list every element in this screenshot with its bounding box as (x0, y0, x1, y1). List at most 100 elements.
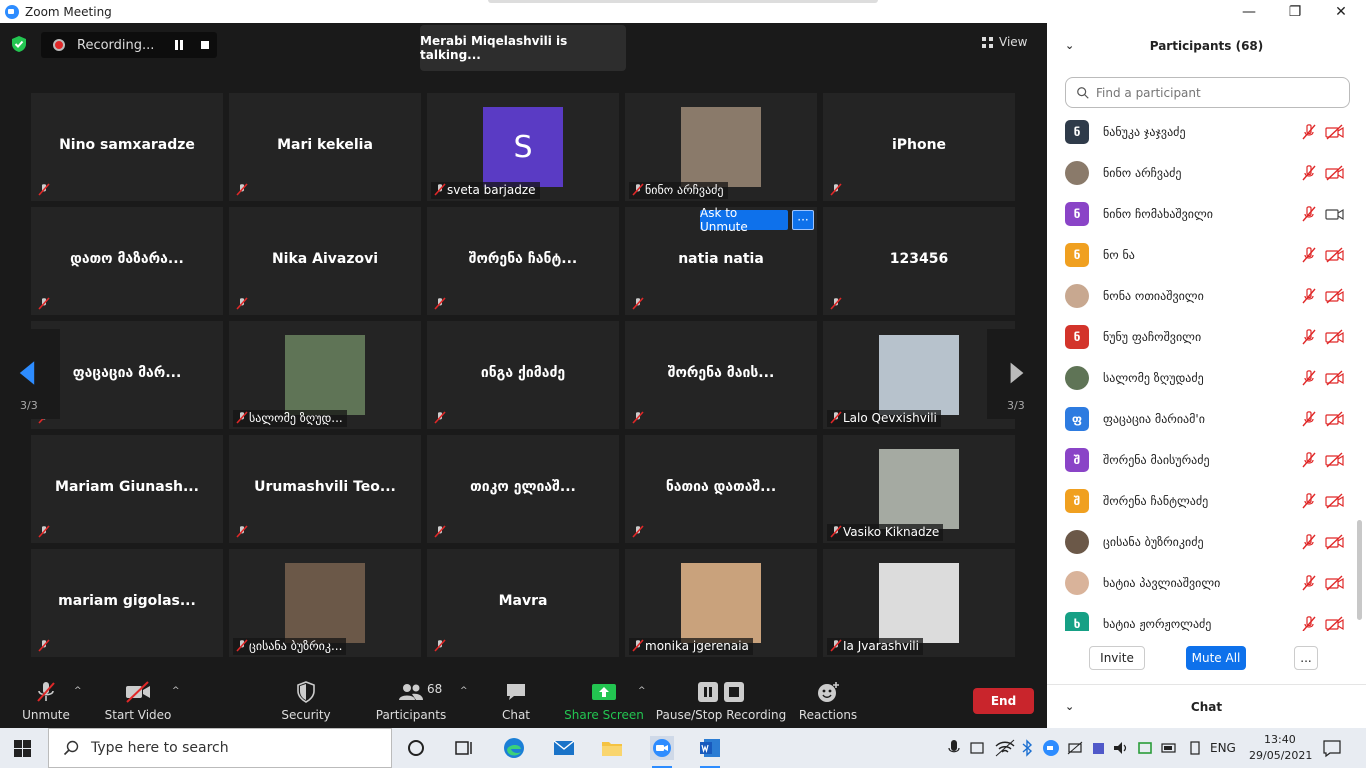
view-button[interactable]: View (982, 31, 1027, 53)
cortana-icon[interactable] (404, 736, 428, 760)
mic-muted-icon[interactable] (1301, 287, 1317, 304)
video-tile[interactable]: Vasiko Kiknadze (823, 435, 1015, 543)
tray-network-icon[interactable] (1066, 736, 1084, 760)
ask-to-unmute-button[interactable]: Ask to Unmute (700, 206, 788, 234)
participant-row[interactable]: ნინო არჩვაძე (1047, 152, 1355, 193)
tray-location-icon[interactable] (968, 736, 986, 760)
participant-row[interactable]: ფ ფაცაცია მარიამ'ი (1047, 398, 1355, 439)
participant-row[interactable]: ნ ნინო ჩომახაშვილი (1047, 193, 1355, 234)
video-off-icon[interactable] (1325, 574, 1345, 591)
collapse-chevron-icon[interactable]: ⌄ (1065, 39, 1074, 52)
video-tile[interactable]: monika jgerenaia (625, 549, 817, 657)
tile-more-button[interactable]: ··· (792, 210, 814, 230)
participant-row[interactable]: სალომე ზღუდაძე (1047, 357, 1355, 398)
share-screen-button[interactable]: Share Screen (564, 668, 644, 728)
video-tile[interactable]: ნინო არჩვაძე (625, 93, 817, 201)
participants-list[interactable]: ნ ნანუკა ჯაჯვაძე ნინო არჩვაძე ნ ნინო ჩომახაშ… (1047, 111, 1366, 631)
start-video-button[interactable]: Start Video (105, 668, 171, 728)
mic-muted-icon[interactable] (1301, 123, 1317, 140)
participant-row[interactable]: შ შორენა მაისურაძე (1047, 439, 1355, 480)
unmute-button[interactable]: Unmute (20, 668, 72, 728)
video-tile[interactable]: Ia Jvarashvili (823, 549, 1015, 657)
notifications-icon[interactable] (1322, 736, 1342, 760)
participant-row[interactable]: ცისანა ბუზრიკიძე (1047, 521, 1355, 562)
participant-row[interactable]: ხატია პავლიაშვილი (1047, 562, 1355, 603)
video-tile[interactable]: Mariam Giunash... (31, 435, 223, 543)
tray-volume-icon[interactable] (1112, 736, 1130, 760)
video-off-icon[interactable] (1325, 451, 1345, 468)
video-tile[interactable]: Urumashvili Teo... (229, 435, 421, 543)
video-off-icon[interactable] (1325, 533, 1345, 550)
video-tile[interactable]: ინგა ქიმაძე (427, 321, 619, 429)
video-tile[interactable]: Nino samxaradze (31, 93, 223, 201)
tray-language[interactable]: ENG (1210, 741, 1236, 755)
maximize-button[interactable]: ❐ (1272, 0, 1318, 23)
participant-row[interactable]: ნონა ოთიაშვილი (1047, 275, 1355, 316)
tray-bluetooth-icon[interactable] (1020, 736, 1034, 760)
chat-collapse-chevron-icon[interactable]: ⌄ (1065, 700, 1074, 713)
mic-muted-icon[interactable] (1301, 410, 1317, 427)
tray-microphone-icon[interactable] (946, 736, 962, 760)
audio-options-caret[interactable]: ^ (74, 686, 82, 696)
tray-teams-icon[interactable] (1090, 736, 1108, 760)
task-view-icon[interactable] (452, 736, 476, 760)
mic-muted-icon[interactable] (1301, 205, 1317, 222)
mic-muted-icon[interactable] (1301, 615, 1317, 632)
close-button[interactable]: ✕ (1318, 0, 1364, 23)
tray-battery-icon[interactable] (1160, 736, 1178, 760)
invite-button[interactable]: Invite (1089, 646, 1145, 670)
video-off-icon[interactable] (1325, 164, 1345, 181)
windows-start-icon[interactable] (14, 740, 31, 757)
video-tile[interactable]: თიკო ელიაშ... (427, 435, 619, 543)
mic-muted-icon[interactable] (1301, 574, 1317, 591)
mic-muted-icon[interactable] (1301, 369, 1317, 386)
word-icon[interactable] (698, 736, 722, 760)
security-button[interactable]: Security (280, 668, 332, 728)
pause-recording-icon[interactable] (174, 40, 184, 50)
chat-panel-header[interactable]: ⌄ Chat (1047, 684, 1366, 728)
video-tile[interactable]: Nika Aivazovi (229, 207, 421, 315)
video-tile[interactable]: შორენა მაის... (625, 321, 817, 429)
video-tile[interactable]: Mari kekelia (229, 93, 421, 201)
mic-muted-icon[interactable] (1301, 246, 1317, 263)
video-tile[interactable]: შორენა ჩანტ... (427, 207, 619, 315)
video-tile[interactable]: სალომე ზღუდ... (229, 321, 421, 429)
participants-button[interactable]: Participants (376, 668, 446, 728)
previous-page-button[interactable]: 3/3 (0, 329, 60, 419)
end-meeting-button[interactable]: End (973, 688, 1034, 714)
video-tile[interactable]: mariam gigolas... (31, 549, 223, 657)
participant-row[interactable]: შ შორენა ჩანტლაძე (1047, 480, 1355, 521)
mic-muted-icon[interactable] (1301, 533, 1317, 550)
zoom-taskbar-icon[interactable] (650, 736, 674, 760)
mic-muted-icon[interactable] (1301, 492, 1317, 509)
stop-recording-icon[interactable] (201, 41, 209, 49)
mic-muted-icon[interactable] (1301, 451, 1317, 468)
tray-wifi-icon[interactable] (994, 736, 1016, 760)
mail-icon[interactable] (552, 736, 576, 760)
video-on-icon[interactable] (1325, 206, 1345, 222)
chat-button[interactable]: Chat (496, 668, 536, 728)
edge-browser-icon[interactable] (502, 736, 526, 760)
mic-muted-icon[interactable] (1301, 328, 1317, 345)
share-options-caret[interactable]: ^ (638, 686, 646, 696)
tray-app-green-icon[interactable] (1136, 736, 1154, 760)
video-off-icon[interactable] (1325, 492, 1345, 509)
video-tile[interactable]: დათო მაზარა... (31, 207, 223, 315)
shield-check-icon[interactable] (11, 35, 27, 53)
participants-options-caret[interactable]: ^ (460, 686, 468, 696)
mute-all-button[interactable]: Mute All (1186, 646, 1246, 670)
participant-search-input[interactable] (1096, 85, 1336, 100)
video-off-icon[interactable] (1325, 328, 1345, 345)
video-tile[interactable]: Ssveta barjadze (427, 93, 619, 201)
participant-row[interactable]: ხ ხატია ჟორჟოლაძე (1047, 603, 1355, 631)
video-tile[interactable]: ცისანა ბუზრიკ... (229, 549, 421, 657)
file-explorer-icon[interactable] (600, 736, 624, 760)
participant-row[interactable]: ნ ნუნუ ფაჩოშვილი (1047, 316, 1355, 357)
video-off-icon[interactable] (1325, 410, 1345, 427)
video-off-icon[interactable] (1325, 246, 1345, 263)
reactions-button[interactable]: Reactions (799, 668, 857, 728)
video-options-caret[interactable]: ^ (172, 686, 180, 696)
tray-usb-icon[interactable] (1186, 736, 1204, 760)
participants-scrollbar[interactable] (1357, 520, 1362, 620)
video-tile[interactable]: Mavra (427, 549, 619, 657)
